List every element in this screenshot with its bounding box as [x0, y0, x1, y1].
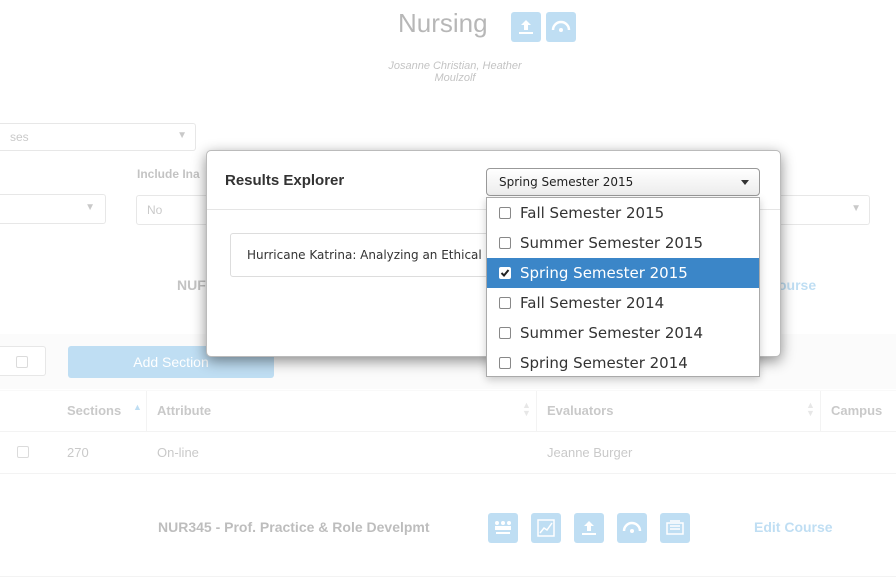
page-subtitle: Josanne Christian, Heather Moulzolf — [388, 60, 522, 84]
assignment-title: Hurricane Katrina: Analyzing an Ethical — [247, 248, 482, 262]
upload-icon[interactable] — [511, 12, 541, 42]
term-option-summer-2015[interactable]: Summer Semester 2015 — [487, 228, 759, 258]
users-icon[interactable] — [488, 513, 518, 543]
upload-icon[interactable] — [574, 513, 604, 543]
term-option-fall-2015[interactable]: Fall Semester 2015 — [487, 198, 759, 228]
term-option-spring-2015[interactable]: Spring Semester 2015 — [487, 258, 759, 288]
term-option-fall-2014[interactable]: Fall Semester 2014 — [487, 288, 759, 318]
chevron-down-icon: ▼ — [85, 202, 95, 213]
modal-title: Results Explorer — [225, 172, 345, 189]
term-option-label: Summer Semester 2014 — [520, 324, 704, 342]
courses-select[interactable]: ses ▼ — [0, 123, 196, 151]
filter-select[interactable]: ▼ — [0, 194, 106, 224]
gauge-icon[interactable] — [546, 12, 576, 42]
checkbox[interactable] — [499, 327, 511, 339]
checkbox[interactable] — [499, 297, 511, 309]
caret-down-icon — [741, 180, 749, 185]
include-inactive-label: Include Ina — [137, 167, 200, 181]
select-all-checkbox[interactable] — [0, 346, 46, 376]
course1-edit-link[interactable]: ourse — [778, 277, 816, 293]
chevron-down-icon: ▼ — [177, 130, 187, 141]
th-attribute[interactable]: Attribute — [157, 403, 211, 418]
term-option-label: Fall Semester 2015 — [520, 204, 665, 222]
th-campus[interactable]: Campus — [831, 403, 882, 418]
row-attribute: On-line — [157, 445, 199, 460]
course1-code: NUF — [177, 277, 206, 293]
checkbox[interactable] — [499, 357, 511, 369]
edit-course-link[interactable]: Edit Course — [754, 519, 833, 535]
page-title: Nursing — [398, 8, 488, 38]
term-select[interactable]: Spring Semester 2015 — [486, 168, 760, 196]
term-option-label: Spring Semester 2014 — [520, 354, 688, 372]
term-option-summer-2014[interactable]: Summer Semester 2014 — [487, 318, 759, 348]
checkbox[interactable] — [499, 237, 511, 249]
term-select-value: Spring Semester 2015 — [499, 175, 634, 189]
term-option-label: Fall Semester 2014 — [520, 294, 665, 312]
gauge-icon[interactable] — [617, 513, 647, 543]
documents-icon[interactable] — [660, 513, 690, 543]
term-option-label: Summer Semester 2015 — [520, 234, 704, 252]
table-row: 270 On-line Jeanne Burger — [0, 431, 896, 474]
include-inactive-value: No — [147, 203, 163, 217]
courses-select-value: ses — [10, 130, 29, 144]
term-dropdown: Fall Semester 2015 Summer Semester 2015 … — [486, 197, 760, 377]
check-icon — [500, 269, 510, 277]
table-header: Sections ▲ Attribute ▲ ▼ Evaluators ▲ ▼ Ca… — [0, 390, 896, 432]
th-sections[interactable]: Sections — [67, 403, 121, 418]
term-option-spring-2014[interactable]: Spring Semester 2014 — [487, 348, 759, 378]
th-evaluators[interactable]: Evaluators — [547, 403, 613, 418]
checkbox[interactable] — [499, 267, 511, 279]
checkbox[interactable] — [499, 207, 511, 219]
course2-title: NUR345 - Prof. Practice & Role Develpmt — [158, 519, 430, 535]
sort-ascending-icon: ▲ — [133, 402, 142, 412]
row-sections: 270 — [67, 445, 89, 460]
row-evaluators: Jeanne Burger — [547, 445, 633, 460]
include-inactive-select[interactable]: No — [136, 195, 216, 225]
assignment-item[interactable]: Hurricane Katrina: Analyzing an Ethical — [230, 233, 510, 277]
sort-icon: ▲ ▼ — [806, 400, 815, 418]
chevron-down-icon: ▼ — [851, 203, 861, 214]
sort-icon: ▲ ▼ — [522, 400, 531, 418]
chart-icon[interactable] — [531, 513, 561, 543]
term-option-label: Spring Semester 2015 — [520, 264, 688, 282]
row-checkbox[interactable] — [17, 446, 29, 458]
divider — [0, 576, 896, 577]
